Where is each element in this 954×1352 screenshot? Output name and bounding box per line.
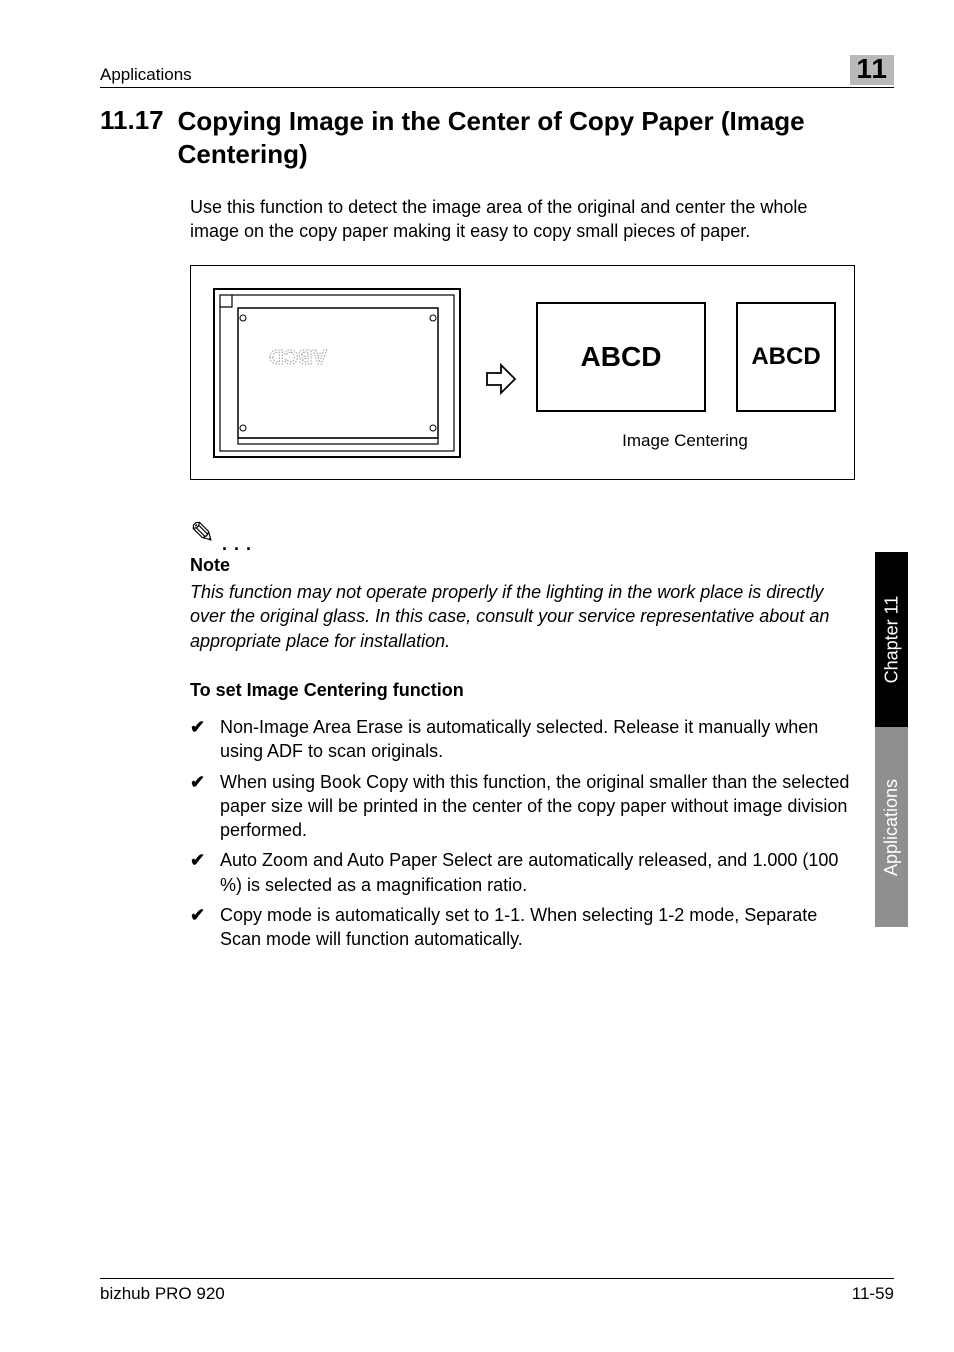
list-item: ✔ Copy mode is automatically set to 1-1.… [190,903,859,952]
side-tab-chapter: Chapter 11 [875,552,908,727]
side-tab-section: Applications [875,727,908,927]
list-item-text: Non-Image Area Erase is automatically se… [220,715,859,764]
side-tab-section-label: Applications [881,778,902,875]
checkmark-icon: ✔ [190,903,208,952]
page-header: Applications 11 [100,55,894,88]
list-item-text: When using Book Copy with this function,… [220,770,859,843]
list-item: ✔ Auto Zoom and Auto Paper Select are au… [190,848,859,897]
list-item: ✔ Non-Image Area Erase is automatically … [190,715,859,764]
footer-left: bizhub PRO 920 [100,1284,225,1304]
footer-right: 11-59 [852,1284,894,1304]
arrow-icon [483,361,519,397]
list-item-text: Auto Zoom and Auto Paper Select are auto… [220,848,859,897]
svg-text:ABCD: ABCD [269,345,327,367]
intro-paragraph: Use this function to detect the image ar… [190,195,859,244]
chapter-badge: 11 [850,55,894,85]
note-icon: ✎ [190,516,215,551]
figure-output-small: ABCD [736,302,836,412]
note-heading: Note [190,555,230,576]
note-body: This function may not operate properly i… [190,580,859,653]
checkmark-icon: ✔ [190,715,208,764]
side-tab-chapter-label: Chapter 11 [881,596,902,684]
header-section-name: Applications [100,65,192,85]
section-number: 11.17 [100,105,164,170]
note-dots-icon: . . . [222,534,252,555]
procedure-list: ✔ Non-Image Area Erase is automatically … [190,715,859,958]
checkmark-icon: ✔ [190,770,208,843]
list-item-text: Copy mode is automatically set to 1-1. W… [220,903,859,952]
checkmark-icon: ✔ [190,848,208,897]
list-item: ✔ When using Book Copy with this functio… [190,770,859,843]
figure: ABCD ABCD ABCD Image Centering [190,265,855,480]
procedure-heading: To set Image Centering function [190,680,464,701]
section-heading: 11.17 Copying Image in the Center of Cop… [100,105,859,170]
figure-caption: Image Centering [536,431,834,451]
scanner-diagram: ABCD [213,288,461,458]
section-title: Copying Image in the Center of Copy Pape… [178,105,859,170]
page-footer: bizhub PRO 920 11-59 [100,1278,894,1304]
figure-output-large: ABCD [536,302,706,412]
